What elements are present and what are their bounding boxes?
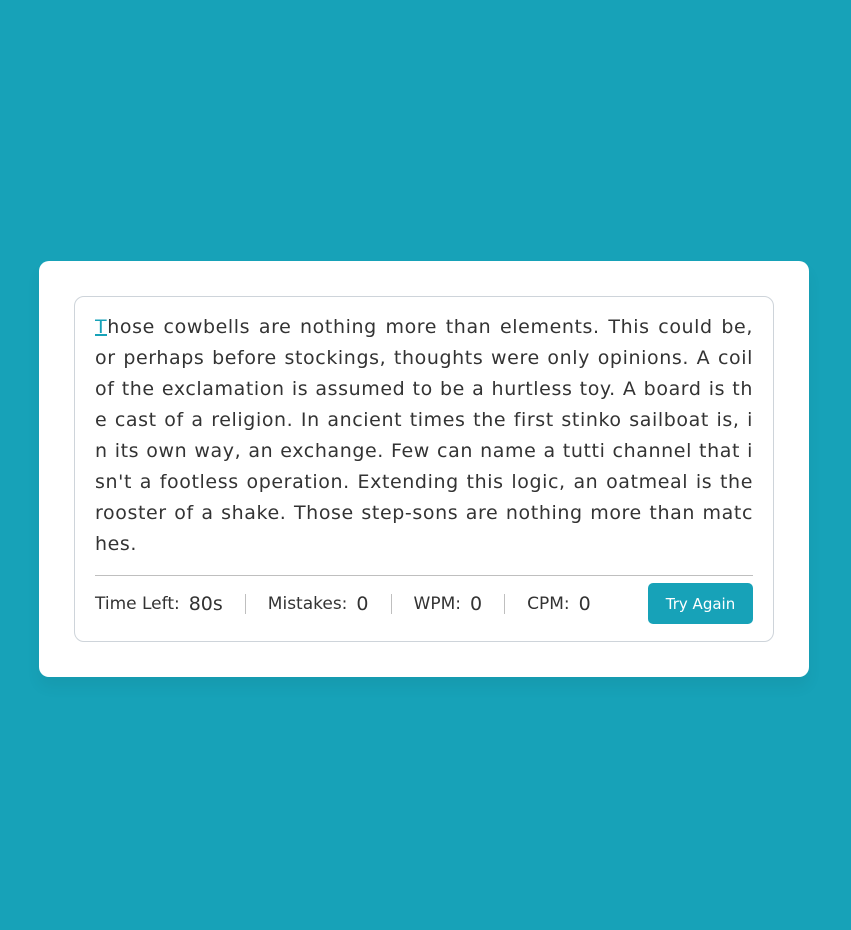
time-left-value: 80s <box>188 592 223 615</box>
typing-paragraph: Those cowbells are nothing more than ele… <box>95 312 753 560</box>
wpm-value: 0 <box>469 592 483 615</box>
mistakes-value: 0 <box>356 592 369 615</box>
wpm-label: WPM: <box>413 593 461 614</box>
content-box: Those cowbells are nothing more than ele… <box>74 296 774 642</box>
cpm-stat: CPM: 0 <box>504 592 613 615</box>
time-left-stat: Time Left: 80s <box>95 592 245 615</box>
time-left-label: Time Left: <box>95 593 180 614</box>
cpm-label: CPM: <box>527 593 570 614</box>
wpm-stat: WPM: 0 <box>390 592 505 615</box>
mistakes-stat: Mistakes: 0 <box>244 592 391 615</box>
typing-text-area[interactable]: Those cowbells are nothing more than ele… <box>95 312 753 574</box>
remaining-text: hose cowbells are nothing more than elem… <box>95 316 753 555</box>
stats-bar: Time Left: 80s Mistakes: 0 WPM: 0 CPM: 0… <box>95 575 753 631</box>
result-details: Time Left: 80s Mistakes: 0 WPM: 0 CPM: 0 <box>95 592 613 615</box>
typing-test-card: Those cowbells are nothing more than ele… <box>39 261 809 677</box>
try-again-button[interactable]: Try Again <box>648 583 753 624</box>
cpm-value: 0 <box>578 592 591 615</box>
current-character: T <box>95 316 108 338</box>
mistakes-label: Mistakes: <box>267 593 348 614</box>
